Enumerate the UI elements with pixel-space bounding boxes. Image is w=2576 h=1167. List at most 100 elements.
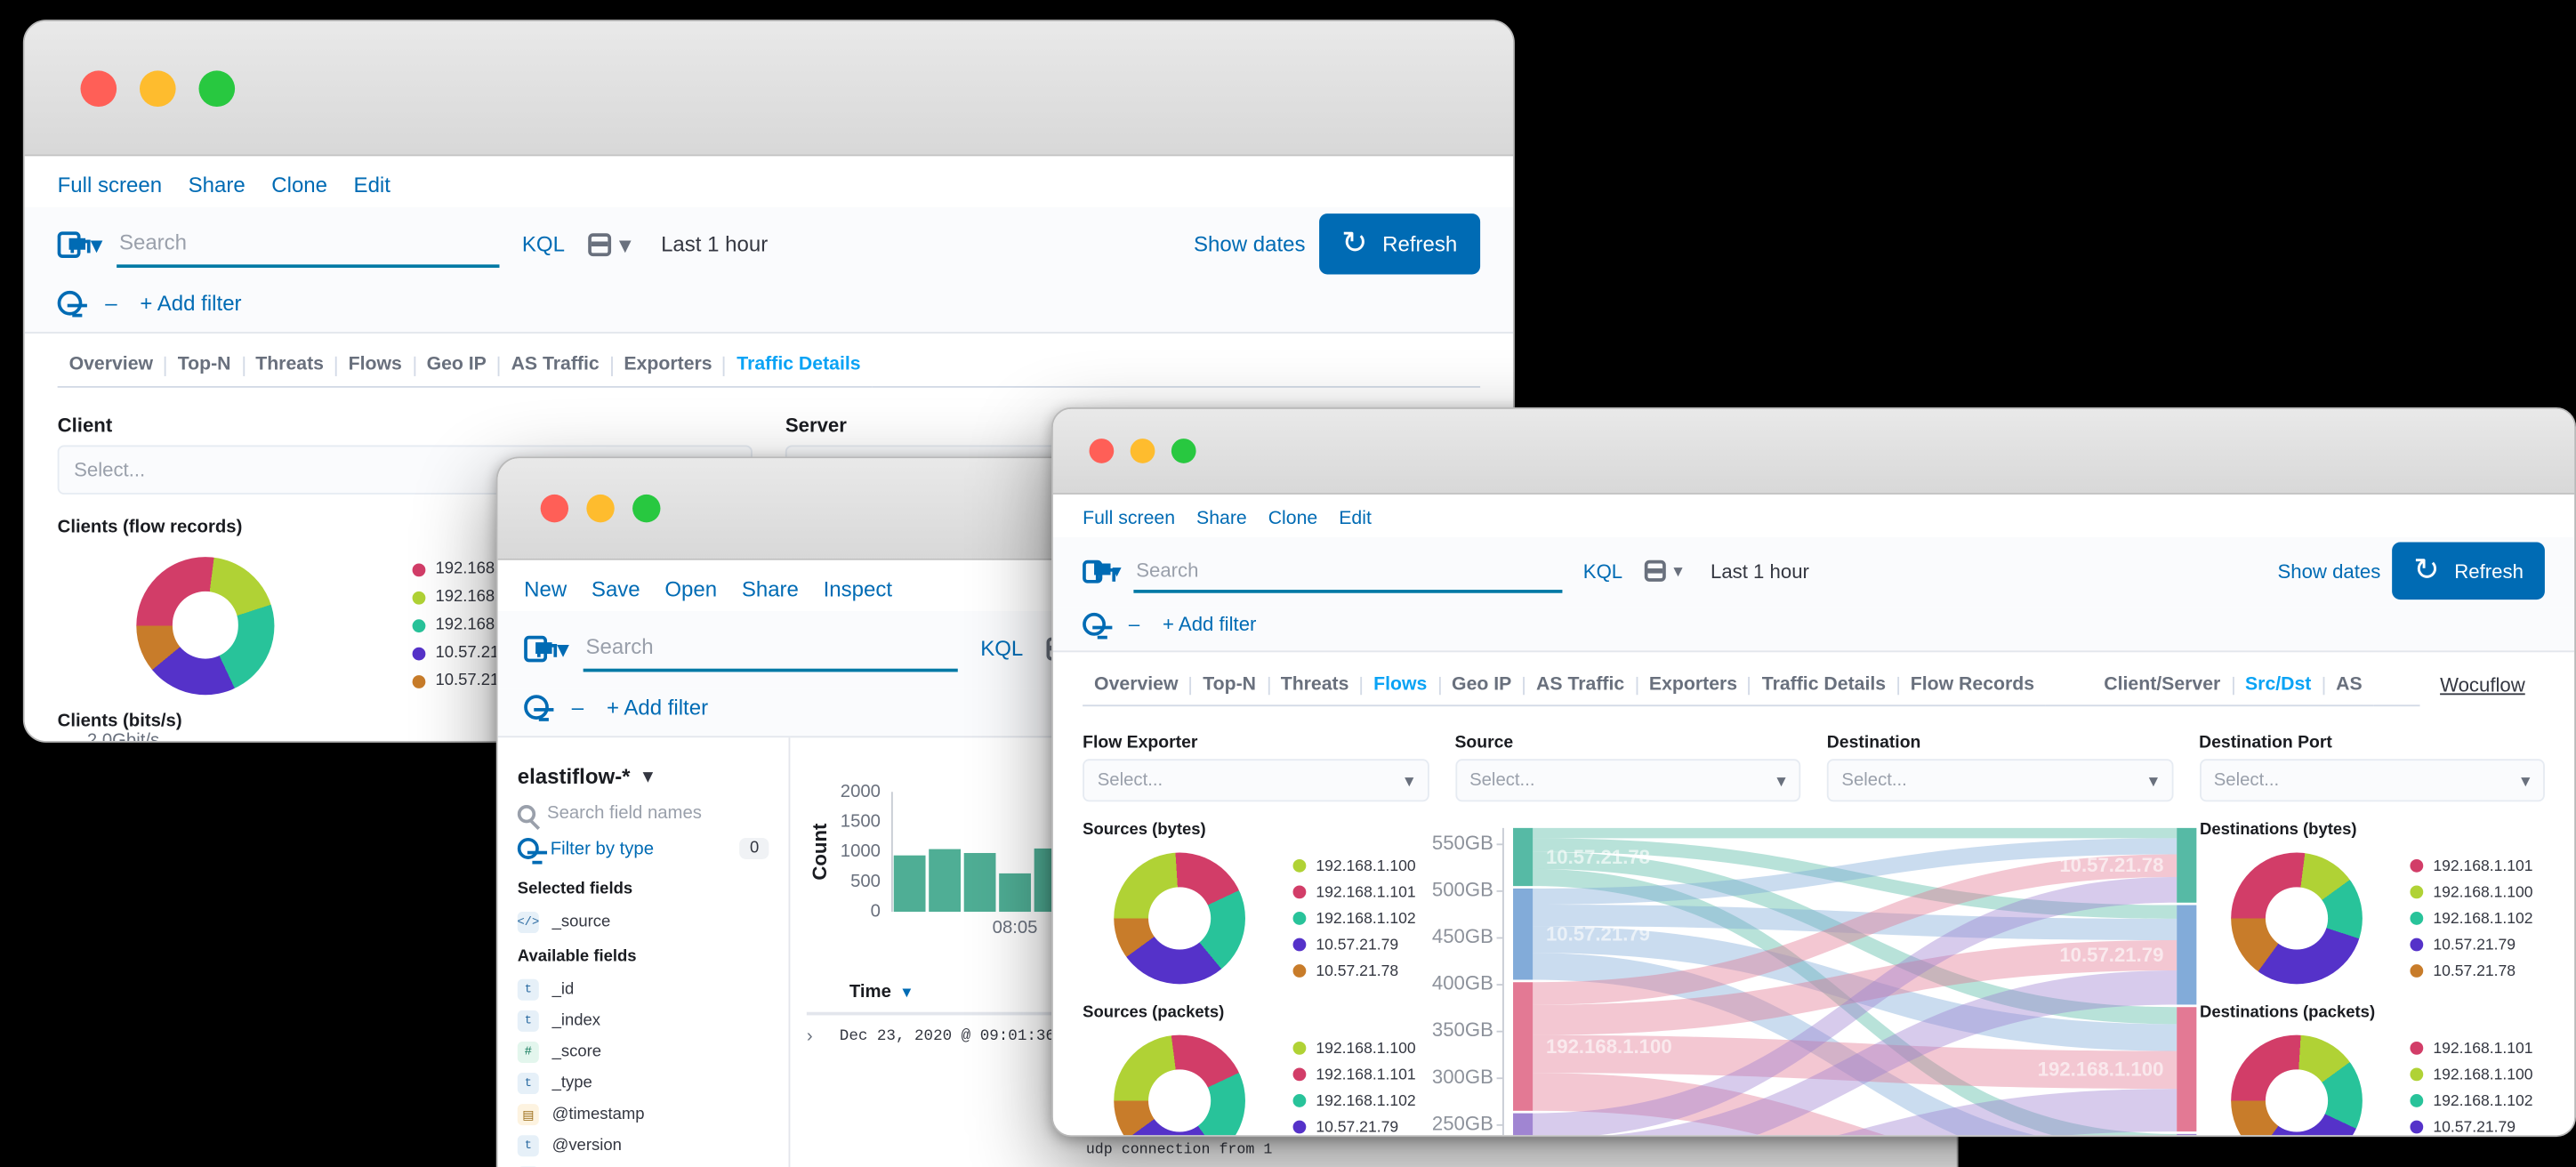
field-item[interactable]: t @version [498, 1131, 789, 1162]
legend-item[interactable]: 192.168.1.100 [1292, 857, 1416, 874]
kql-language-button-front[interactable]: KQL [1574, 559, 1633, 583]
save-link[interactable]: Save [592, 576, 640, 601]
legend-item[interactable]: 192.168.1.100 [1292, 1039, 1416, 1058]
field-search[interactable]: Search field names [498, 803, 789, 838]
field-item[interactable]: </> _source [498, 907, 789, 938]
legend-item[interactable]: 10.57.21.78 [1292, 962, 1416, 980]
date-picker-back[interactable]: ▾ [587, 229, 632, 259]
tab-as-traffic[interactable]: AS Traffic [1525, 675, 1638, 696]
legend-item[interactable]: 10.57.21.78 [2410, 962, 2532, 980]
legend-item[interactable]: 10.57.21.79 [2410, 936, 2532, 954]
clone-link-front[interactable]: Clone [1268, 510, 1318, 529]
flows-sankey-chart[interactable]: 550GB500GB450GB400GB350GB300GB250GB200GB… [1428, 821, 2200, 1136]
saved-query-button-mid[interactable]: ▾ [524, 633, 569, 663]
titlebar-back[interactable] [24, 21, 1514, 157]
kql-language-button-mid[interactable]: KQL [970, 636, 1033, 661]
viewtab-src-dst[interactable]: Src/Dst [2234, 675, 2325, 696]
tab-overview[interactable]: Overview [58, 356, 166, 376]
clients-flow-records-donut[interactable] [136, 556, 275, 695]
tab-geo-ip[interactable]: Geo IP [415, 356, 500, 376]
new-link[interactable]: New [524, 576, 567, 601]
sources-bytes-donut[interactable] [1114, 852, 1245, 985]
legend-item[interactable]: 192.168.1.101 [2410, 1039, 2533, 1058]
sources-packets-donut[interactable] [1114, 1034, 1245, 1136]
tab-overview[interactable]: Overview [1083, 675, 1192, 696]
flow-exporter-select[interactable]: Select... ▾ [1083, 759, 1429, 802]
tab-threats[interactable]: Threats [1269, 675, 1363, 696]
legend-item[interactable]: 192.168.1.102 [1292, 1091, 1416, 1110]
date-range-label-front[interactable]: Last 1 hour [1695, 559, 1826, 583]
clone-link-back[interactable]: Clone [271, 173, 327, 197]
minimize-window-button[interactable] [139, 69, 176, 107]
saved-query-button-back[interactable]: ▾ [57, 229, 102, 259]
kql-language-button-back[interactable]: KQL [512, 231, 575, 256]
expand-row-icon[interactable]: › [807, 1026, 840, 1163]
close-window-button[interactable] [80, 69, 117, 107]
add-filter-button-back[interactable]: + Add filter [140, 291, 241, 316]
edit-link-front[interactable]: Edit [1339, 510, 1372, 529]
field-item[interactable]: tagent.hostname [498, 1162, 789, 1167]
full-screen-link-front[interactable]: Full screen [1083, 510, 1175, 529]
filter-icon[interactable] [57, 290, 87, 318]
tab-exporters[interactable]: Exporters [613, 356, 726, 376]
window-controls-back[interactable] [80, 69, 236, 107]
legend-item[interactable]: 10.57.21.79 [2410, 1118, 2532, 1135]
share-link-mid[interactable]: Share [742, 576, 799, 601]
legend-item[interactable]: 192.168.1.100 [2410, 883, 2533, 901]
legend-item[interactable]: 192.168.1.102 [2410, 909, 2533, 928]
window-controls-front[interactable] [1089, 439, 1196, 463]
tab-exporters[interactable]: Exporters [1638, 675, 1751, 696]
field-item[interactable]: t _type [498, 1068, 789, 1099]
tab-geo-ip[interactable]: Geo IP [1440, 675, 1525, 696]
destinations-bytes-donut[interactable] [2231, 852, 2363, 985]
tab-threats[interactable]: Threats [244, 356, 337, 376]
close-window-button[interactable] [1089, 439, 1115, 463]
legend-item[interactable]: 192.168.1.102 [2410, 1091, 2533, 1110]
destinations-packets-donut[interactable] [2231, 1034, 2363, 1136]
titlebar-front[interactable] [1052, 408, 2575, 495]
search-input-mid[interactable] [582, 624, 958, 672]
filter-icon[interactable] [1083, 612, 1113, 640]
tab-flows[interactable]: Flows [337, 356, 415, 376]
search-input-back[interactable] [116, 220, 500, 269]
filter-icon[interactable] [524, 695, 554, 721]
refresh-button-back[interactable]: ↻ Refresh [1318, 213, 1481, 275]
field-item[interactable]: t _index [498, 1005, 789, 1036]
legend-item[interactable]: 10.57.21.79 [1292, 936, 1416, 954]
tab-flows[interactable]: Flows [1362, 675, 1441, 696]
tab-traffic-details[interactable]: Traffic Details [1751, 675, 1899, 696]
legend-item[interactable]: 192.168.1.101 [1292, 883, 1416, 901]
refresh-button-front[interactable]: ↻ Refresh [2392, 542, 2545, 600]
share-link-back[interactable]: Share [189, 173, 246, 197]
destination-port-select[interactable]: Select... ▾ [2199, 759, 2545, 802]
tab-as-traffic[interactable]: AS Traffic [500, 356, 613, 376]
edit-link-back[interactable]: Edit [354, 173, 390, 197]
maximize-window-button[interactable] [632, 494, 661, 523]
tab-flow-records[interactable]: Flow Records [1899, 675, 2046, 695]
tab-traffic-details[interactable]: Traffic Details [725, 356, 872, 375]
legend-item[interactable]: 192.168.1.101 [1292, 1066, 1416, 1083]
destination-select[interactable]: Select... ▾ [1826, 759, 2173, 802]
filter-by-type-button[interactable]: Filter by type 0 [498, 837, 789, 875]
search-input-front[interactable] [1132, 549, 1562, 592]
legend-item[interactable]: 192.168.1.102 [1292, 909, 1416, 928]
field-item[interactable]: t _id [498, 974, 789, 1005]
window-flows[interactable]: Full screen Share Clone Edit ▾ KQL ▾ La [1051, 407, 2576, 1138]
field-item[interactable]: ▤ @timestamp [498, 1099, 789, 1131]
legend-item[interactable]: 10.57.21.79 [1292, 1118, 1416, 1135]
tab-top-n[interactable]: Top-N [166, 356, 245, 376]
full-screen-link-back[interactable]: Full screen [58, 173, 162, 197]
open-link[interactable]: Open [664, 576, 717, 601]
source-select[interactable]: Select... ▾ [1454, 759, 1801, 802]
brand-link[interactable]: Wocuflow [2420, 673, 2545, 706]
add-filter-button-mid[interactable]: + Add filter [607, 695, 708, 720]
minimize-window-button[interactable] [1130, 439, 1155, 463]
show-dates-button-back[interactable]: Show dates [1194, 231, 1305, 256]
viewtab-client-server[interactable]: Client/Server [2092, 675, 2234, 696]
legend-item[interactable]: 192.168.1.100 [2410, 1066, 2533, 1083]
date-range-label-back[interactable]: Last 1 hour [645, 231, 785, 256]
legend-item[interactable]: 192.168.1.101 [2410, 857, 2533, 874]
field-item[interactable]: # _score [498, 1036, 789, 1067]
maximize-window-button[interactable] [198, 69, 236, 107]
minimize-window-button[interactable] [586, 494, 615, 523]
